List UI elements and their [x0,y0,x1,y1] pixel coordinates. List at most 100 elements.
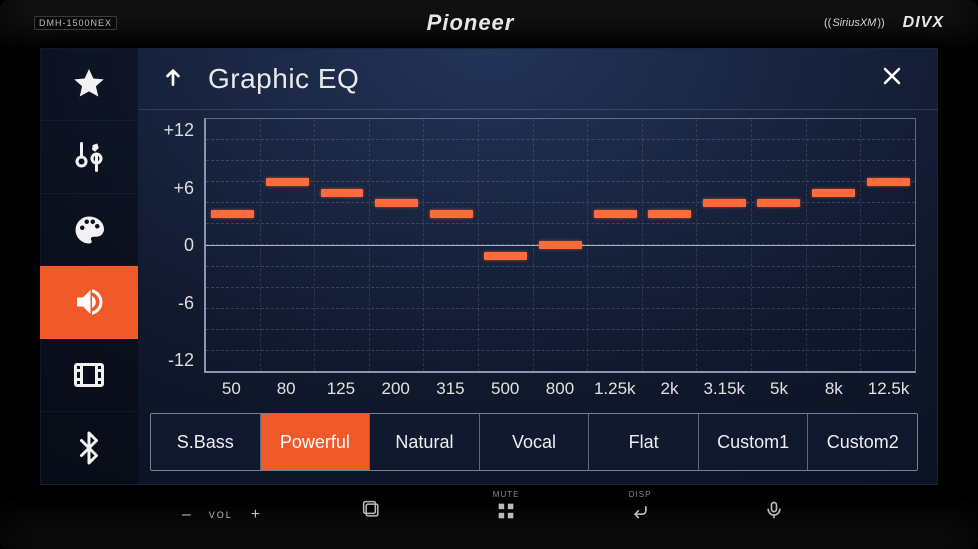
eq-band-8k[interactable] [807,119,862,371]
eq-slider-handle[interactable] [484,252,527,260]
eq-grid[interactable] [204,118,916,373]
preset-custom2[interactable]: Custom2 [808,414,917,470]
x-tick-label: 50 [204,379,259,399]
sidebar-item-audio[interactable] [40,266,138,339]
eq-slider-handle[interactable] [648,210,691,218]
preset-vocal[interactable]: Vocal [480,414,590,470]
x-tick-label: 800 [533,379,588,399]
eq-band-3.15k[interactable] [697,119,752,371]
bezel-top: DMH-1500NEX Pioneer SiriusXM DIVX [0,6,978,40]
sidebar-item-theme[interactable] [40,194,138,267]
app-switch-button[interactable] [350,500,394,530]
bluetooth-icon [71,430,107,466]
settings-sidebar [40,48,138,485]
eq-slider-handle[interactable] [703,199,746,207]
eq-y-axis: +12 +6 0 -6 -12 [148,118,204,373]
return-button[interactable]: DISP [618,500,662,530]
eq-slider-handle[interactable] [266,178,309,186]
eq-band-500[interactable] [479,119,534,371]
eq-slider-handle[interactable] [594,210,637,218]
sidebar-item-video[interactable] [40,339,138,412]
eq-band-12.5k[interactable] [861,119,915,371]
volume-up-button[interactable]: + [251,506,260,524]
eq-slider-handle[interactable] [321,189,364,197]
microphone-icon [764,500,784,520]
y-tick-label: -6 [148,293,194,314]
preset-powerful[interactable]: Powerful [261,414,371,470]
preset-custom1[interactable]: Custom1 [699,414,809,470]
eq-band-5k[interactable] [752,119,807,371]
eq-slider-handle[interactable] [757,199,800,207]
close-icon [880,64,904,88]
x-tick-label: 8k [806,379,861,399]
brand-logo: Pioneer [427,10,515,36]
head-unit-shell: DMH-1500NEX Pioneer SiriusXM DIVX [0,0,978,549]
speaker-icon [71,284,107,320]
model-label: DMH-1500NEX [34,16,117,30]
x-tick-label: 3.15k [697,379,752,399]
eq-x-axis: 50801252003155008001.25k2k3.15k5k8k12.5k [204,373,916,409]
sidebar-item-system[interactable] [40,121,138,194]
preset-natural[interactable]: Natural [370,414,480,470]
palette-icon [71,212,107,248]
x-tick-label: 2k [642,379,697,399]
touchscreen: Graphic EQ +12+60-6-12 50801252003155008… [38,46,940,487]
x-tick-label: 125 [314,379,369,399]
disp-caption: DISP [629,490,652,499]
eq-band-125[interactable] [315,119,370,371]
preset-sbass[interactable]: S.Bass [151,414,261,470]
page-title: Graphic EQ [208,63,359,95]
eq-slider-handle[interactable] [812,189,855,197]
x-tick-label: 1.25k [587,379,642,399]
eq-slider-handle[interactable] [375,199,418,207]
mute-caption: MUTE [493,490,520,499]
eq-area: +12 +6 0 -6 -12 50801252003155008001.25k2k3.… [138,110,938,413]
grid-icon [495,500,517,522]
eq-band-80[interactable] [261,119,316,371]
return-icon [628,500,652,520]
back-arrow-icon [160,63,186,89]
divx-badge: DIVX [903,14,944,32]
volume-label: VOL [209,510,233,520]
x-tick-label: 315 [423,379,478,399]
preset-flat[interactable]: Flat [589,414,699,470]
volume-controls: – VOL + [182,506,260,524]
x-tick-label: 80 [259,379,314,399]
siriusxm-badge: SiriusXM [824,17,885,29]
tools-icon [71,139,107,175]
voice-button[interactable] [752,500,796,530]
eq-band-200[interactable] [370,119,425,371]
app-switch-icon [360,500,384,520]
eq-slider-handle[interactable] [430,210,473,218]
back-button[interactable] [160,63,186,94]
titlebar: Graphic EQ [138,48,938,110]
eq-band-800[interactable] [534,119,589,371]
y-tick-label: -12 [148,350,194,371]
x-tick-label: 500 [478,379,533,399]
main-panel: Graphic EQ +12+60-6-12 50801252003155008… [138,48,938,485]
star-icon [71,66,107,102]
preset-tabs: S.BassPowerfulNaturalVocalFlatCustom1Cus… [150,413,918,471]
close-button[interactable] [868,63,916,95]
volume-down-button[interactable]: – [182,506,191,524]
bezel-badges: SiriusXM DIVX [824,14,944,32]
x-tick-label: 12.5k [861,379,916,399]
home-button[interactable]: MUTE [484,500,528,530]
bezel-bottom: – VOL + MUTE DISP [0,485,978,545]
film-icon [71,357,107,393]
eq-slider-handle[interactable] [539,241,582,249]
y-tick-label: +12 [148,120,194,141]
eq-band-1.25k[interactable] [588,119,643,371]
y-tick-label: 0 [148,235,194,256]
eq-band-315[interactable] [424,119,479,371]
sidebar-item-favorites[interactable] [40,48,138,121]
y-tick-label: +6 [148,178,194,199]
eq-band-2k[interactable] [643,119,698,371]
x-tick-label: 200 [368,379,423,399]
eq-chart: +12 +6 0 -6 -12 [148,118,916,373]
sidebar-item-bluetooth[interactable] [40,412,138,485]
eq-slider-handle[interactable] [211,210,254,218]
eq-slider-handle[interactable] [867,178,910,186]
eq-band-50[interactable] [206,119,261,371]
x-tick-label: 5k [752,379,807,399]
